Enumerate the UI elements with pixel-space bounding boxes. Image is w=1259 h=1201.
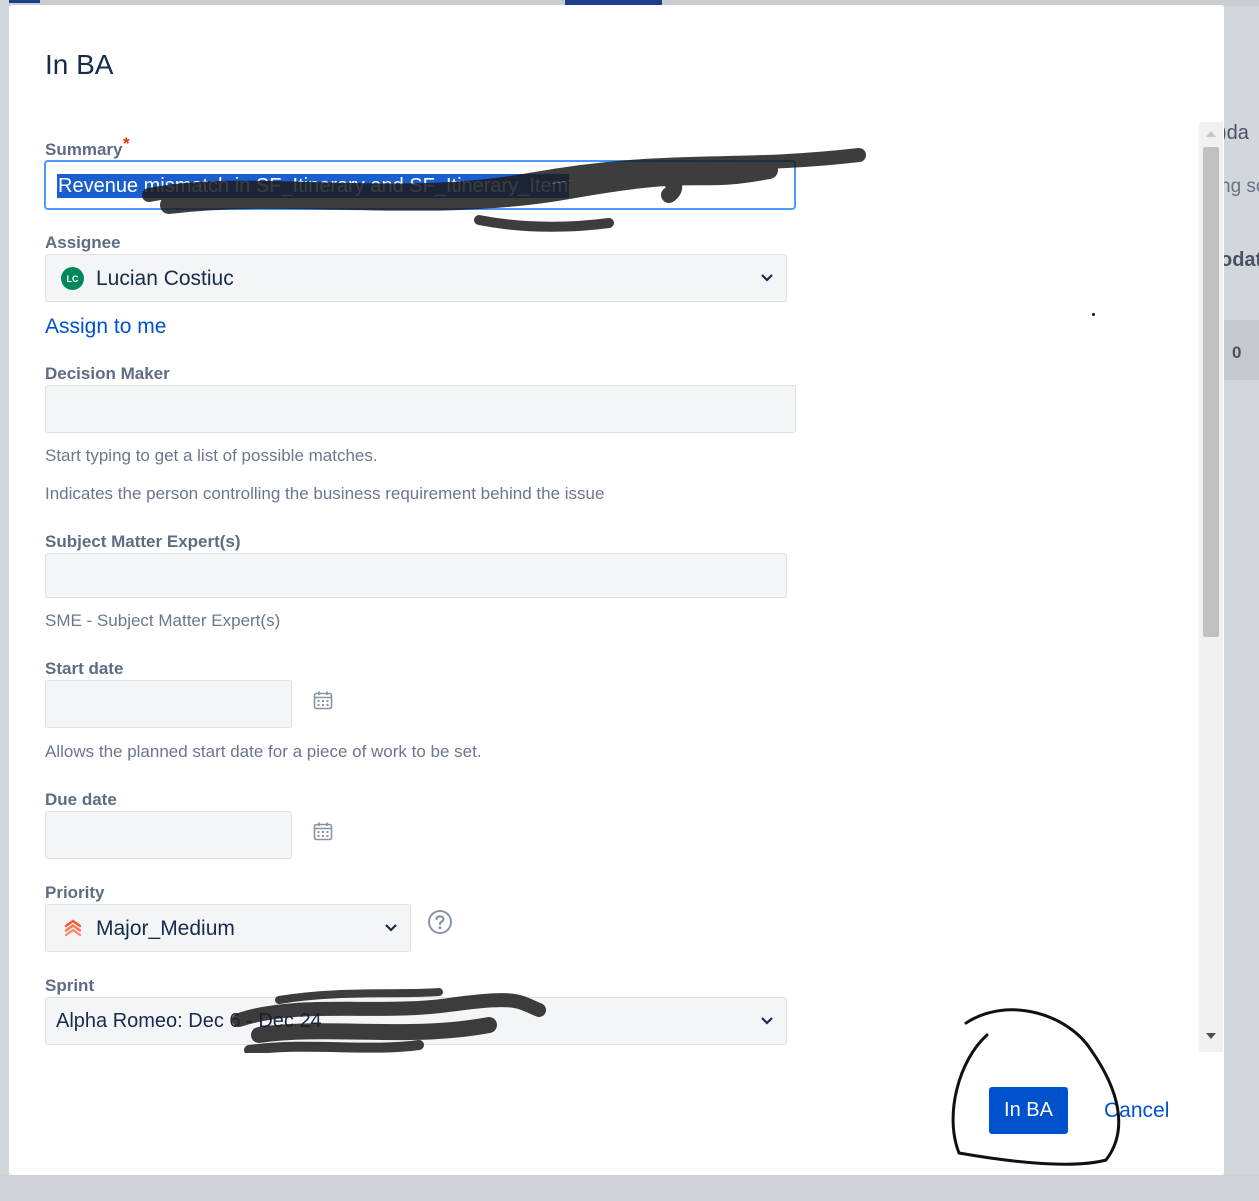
dialog-form: Summary * Revenue mismatch in SF_Itinera… [9,5,1199,1053]
start-date-help: Allows the planned start date for a piec… [45,742,482,761]
calendar-icon[interactable] [312,820,334,842]
summary-input[interactable]: Revenue mismatch in SF_Itinerary and SF_… [44,160,796,210]
calendar-icon[interactable] [312,689,334,711]
scroll-down-icon[interactable] [1203,1028,1219,1044]
decision-maker-label: Decision Maker [45,364,170,383]
start-date-input[interactable] [45,680,292,728]
required-mark: * [123,134,130,153]
background-text: )da [1220,122,1249,144]
priority-label: Priority [45,883,105,902]
chevron-down-icon [385,924,397,932]
assignee-label: Assignee [45,233,121,252]
due-date-label: Due date [45,790,117,809]
scroll-up-icon[interactable] [1203,126,1219,142]
assign-to-me-link[interactable]: Assign to me [45,315,166,339]
chevron-down-icon [761,274,773,282]
sme-label: Subject Matter Expert(s) [45,532,241,551]
background-text: 0 [1232,343,1242,362]
summary-label-text: Summary [45,140,123,159]
stray-dot [1092,313,1095,316]
background-bottom-strip [0,1175,1259,1201]
scrollbar-thumb[interactable] [1203,147,1219,637]
priority-value: Major_Medium [96,917,235,940]
decision-maker-help: Start typing to get a list of possible m… [45,446,378,465]
background-right-panel: )da ng sc odat 0 [1220,6,1259,1201]
decision-maker-description: Indicates the person controlling the bus… [45,484,605,503]
background-text: ng sc [1220,176,1259,197]
priority-major-icon [64,919,82,937]
decision-maker-input[interactable] [45,385,796,433]
assignee-value: Lucian Costiuc [96,267,234,290]
help-icon[interactable] [427,909,453,935]
background-left-strip [0,0,9,1201]
scrollbar[interactable] [1199,122,1223,1052]
sprint-value: Alpha Romeo: Dec 6 - Dec 24 [56,1010,322,1032]
sme-input[interactable] [45,553,787,598]
background-text: odat [1220,249,1259,271]
transition-dialog: In BA Summary * Revenue mismatch in SF_I… [9,5,1224,1175]
summary-input-value: Revenue mismatch in SF_Itinerary and SF_… [57,174,570,198]
submit-button[interactable]: In BA [989,1087,1068,1134]
summary-label: Summary * [45,134,130,160]
sme-help: SME - Subject Matter Expert(s) [45,611,281,630]
cancel-link[interactable]: Cancel [1104,1099,1169,1123]
background-band [1224,320,1259,380]
due-date-input[interactable] [45,811,292,859]
avatar: LC [61,267,84,290]
chevron-down-icon [761,1017,773,1025]
sprint-label: Sprint [45,976,95,995]
start-date-label: Start date [45,659,124,678]
